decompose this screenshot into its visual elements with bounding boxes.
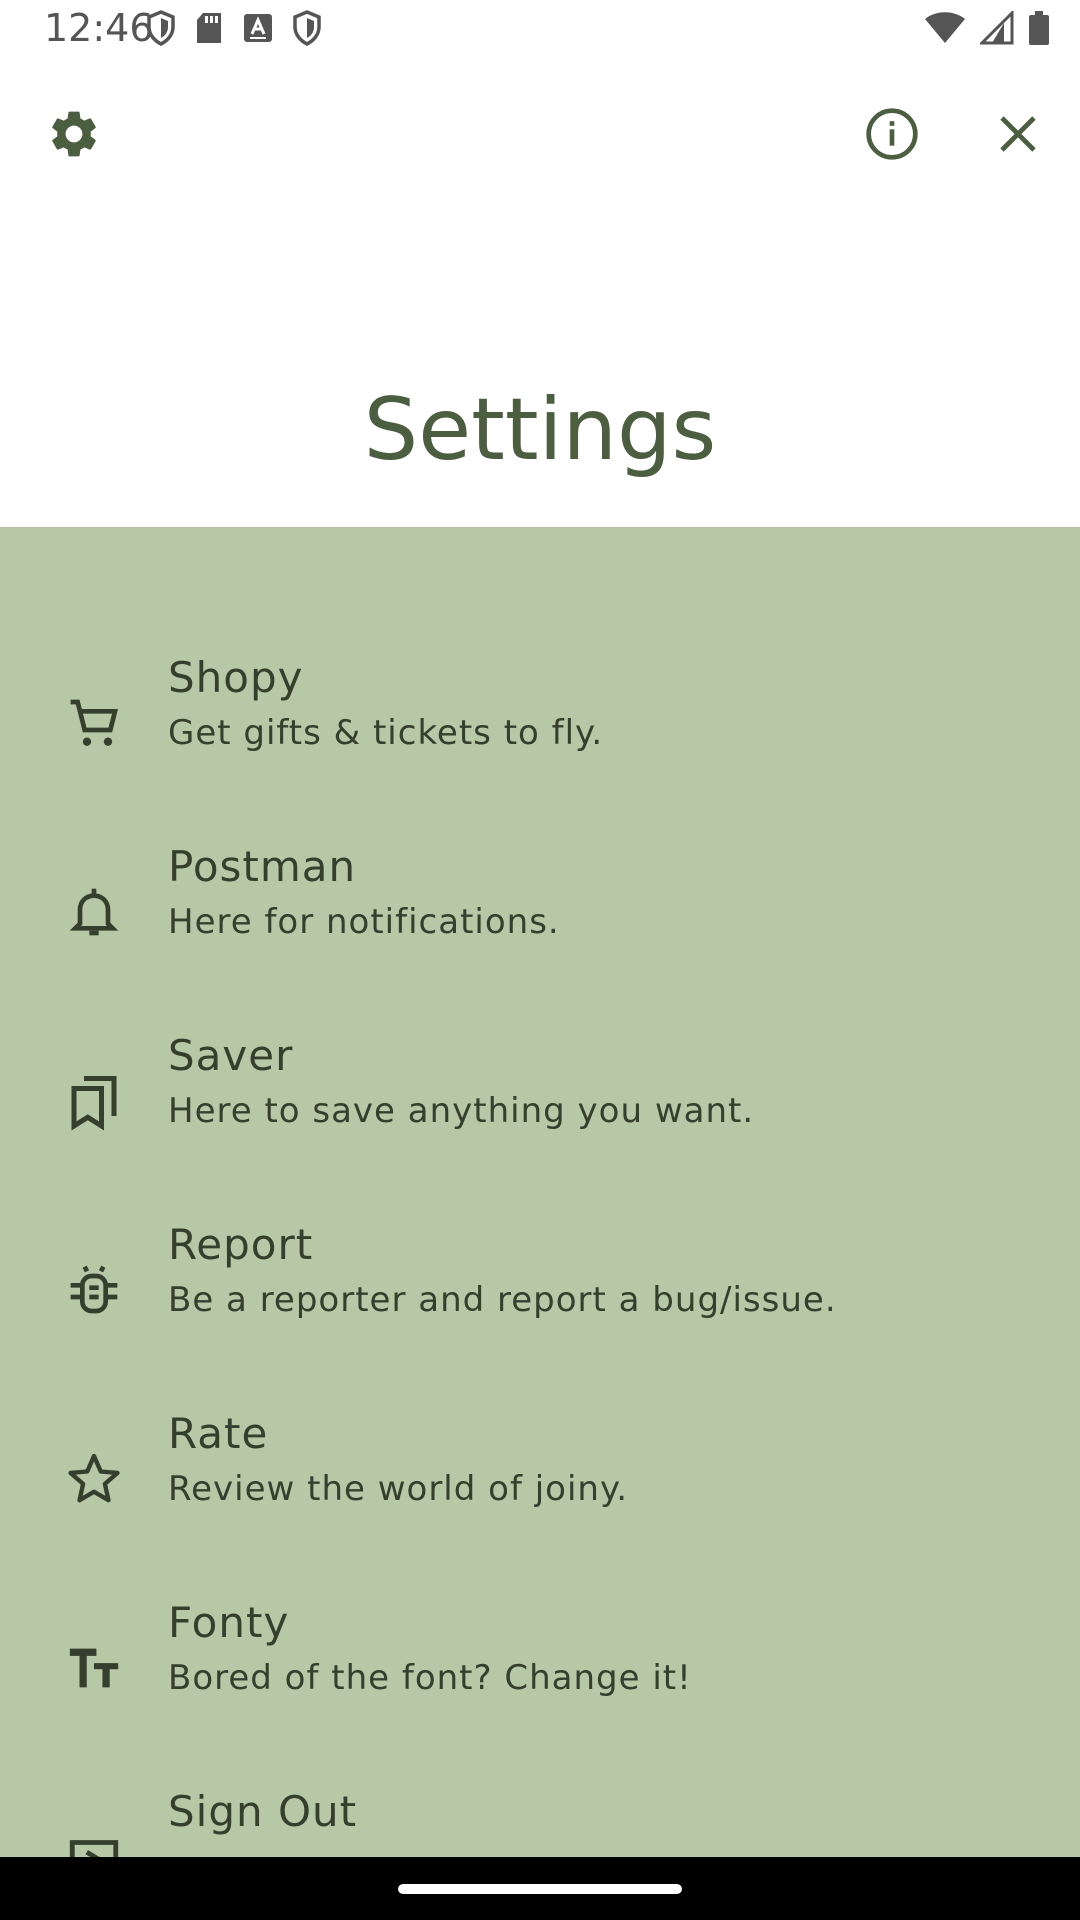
settings-item-description: Get gifts & tickets to fly. — [168, 713, 604, 753]
status-bar: 12:46 — [0, 0, 1080, 60]
settings-item-fonty[interactable]: Fonty Bored of the font? Change it! — [0, 1598, 1080, 1758]
home-gesture-handle[interactable] — [398, 1884, 682, 1894]
wifi-icon — [924, 11, 966, 49]
cell-signal-icon — [978, 9, 1014, 49]
settings-item-description: Bored of the font? Change it! — [168, 1658, 692, 1698]
gear-icon — [46, 106, 102, 166]
settings-item-description: Review the world of joiny. — [168, 1469, 629, 1509]
settings-item-postman[interactable]: Postman Here for notifications. — [0, 842, 1080, 1002]
settings-gear-button[interactable] — [44, 106, 104, 166]
settings-item-label: Postman — [168, 842, 357, 891]
settings-item-label: Rate — [168, 1409, 269, 1458]
status-icons-right — [924, 9, 1050, 50]
settings-item-label: Saver — [168, 1031, 294, 1080]
text-size-icon — [62, 1636, 126, 1700]
settings-item-rate[interactable]: Rate Review the world of joiny. — [0, 1409, 1080, 1569]
settings-item-saver[interactable]: Saver Here to save anything you want. — [0, 1031, 1080, 1191]
page-title: Settings — [363, 380, 717, 480]
settings-list: Shopy Get gifts & tickets to fly. Postma… — [0, 527, 1080, 1857]
bug-icon — [62, 1258, 126, 1322]
status-time: 12:46 — [44, 6, 154, 50]
settings-item-sign-out[interactable]: Sign Out — [0, 1787, 1080, 1857]
info-button[interactable] — [862, 106, 922, 166]
settings-item-description: Be a reporter and report a bug/issue. — [168, 1280, 837, 1320]
settings-item-label: Report — [168, 1220, 314, 1269]
sign-out-icon — [62, 1825, 126, 1857]
info-icon — [864, 106, 920, 166]
settings-item-label: Shopy — [168, 653, 304, 702]
close-icon — [994, 110, 1042, 162]
settings-item-label: Sign Out — [168, 1787, 358, 1836]
close-button[interactable] — [988, 106, 1048, 166]
status-icons-left — [146, 10, 322, 50]
bell-icon — [62, 880, 126, 944]
shield-icon — [292, 10, 322, 50]
settings-item-shopy[interactable]: Shopy Get gifts & tickets to fly. — [0, 653, 1080, 813]
settings-item-label: Fonty — [168, 1598, 290, 1647]
sd-card-icon — [194, 11, 224, 49]
shield-icon — [146, 10, 176, 50]
battery-icon — [1028, 10, 1050, 50]
star-icon — [62, 1447, 126, 1511]
cart-icon — [62, 691, 126, 755]
settings-item-report[interactable]: Report Be a reporter and report a bug/is… — [0, 1220, 1080, 1380]
keyboard-a-icon — [242, 12, 274, 48]
settings-item-description: Here to save anything you want. — [168, 1091, 755, 1131]
bookmarks-icon — [62, 1069, 126, 1133]
settings-item-description: Here for notifications. — [168, 902, 560, 942]
